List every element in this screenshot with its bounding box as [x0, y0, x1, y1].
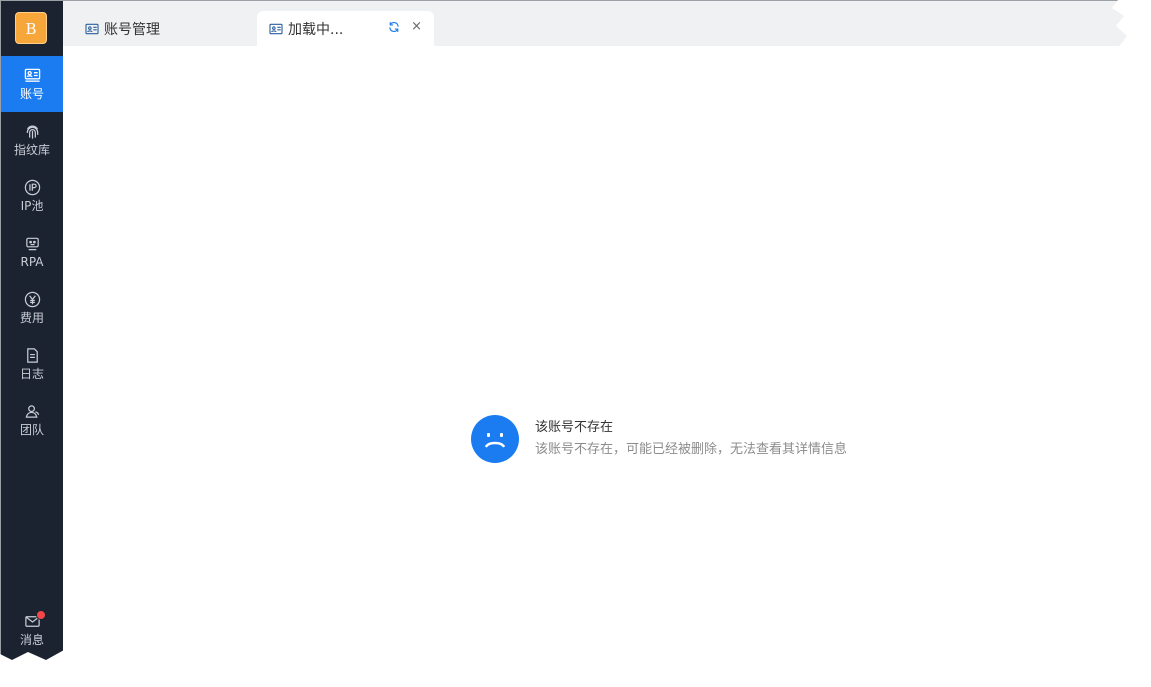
empty-state-text: 该账号不存在 该账号不存在，可能已经被删除，无法查看其详情信息	[535, 418, 847, 460]
tab-bar: 账号管理 加载中... ×	[63, 1, 1129, 46]
sidebar-item-messages[interactable]: 消息	[1, 602, 63, 658]
fingerprint-icon	[26, 125, 38, 139]
tab-account-management[interactable]: 账号管理	[73, 11, 253, 46]
sidebar-item-label: 费用	[19, 311, 44, 325]
sidebar-item-account[interactable]: 账号	[1, 56, 63, 112]
sidebar-item-ip-pool[interactable]: IP池	[1, 168, 63, 224]
empty-state-title: 该账号不存在	[535, 420, 614, 435]
document-icon	[26, 348, 38, 363]
sidebar: B 账号 指纹库 IP池 RPA 费用 日志 团队 消息	[1, 1, 63, 664]
tab-label: 账号管理	[104, 21, 160, 38]
empty-state: 该账号不存在 该账号不存在，可能已经被删除，无法查看其详情信息	[471, 415, 847, 463]
tab-loading[interactable]: 加载中... ×	[257, 11, 434, 46]
id-card-icon	[269, 23, 283, 34]
sidebar-item-label: IP池	[20, 199, 44, 213]
sidebar-item-billing[interactable]: 费用	[1, 280, 63, 336]
sidebar-item-rpa[interactable]: RPA	[1, 224, 63, 280]
sidebar-item-fingerprint[interactable]: 指纹库	[1, 112, 63, 168]
sidebar-item-label: 账号	[19, 87, 44, 101]
sidebar-item-label: 指纹库	[13, 143, 50, 157]
notification-badge	[36, 610, 46, 620]
tab-label: 加载中...	[288, 21, 344, 38]
empty-state-description: 该账号不存在，可能已经被删除，无法查看其详情信息	[535, 442, 848, 457]
refresh-icon[interactable]	[387, 21, 401, 33]
yuan-icon	[24, 291, 40, 308]
close-icon[interactable]: ×	[411, 19, 422, 35]
id-card-icon	[85, 23, 99, 34]
app-window: B 账号 指纹库 IP池 RPA 费用 日志 团队 消息 账号管理 加载中...…	[0, 0, 1130, 665]
sidebar-item-label: RPA	[20, 255, 44, 269]
app-logo[interactable]: B	[15, 12, 47, 44]
sidebar-item-label: 消息	[19, 633, 44, 647]
sidebar-item-log[interactable]: 日志	[1, 336, 63, 392]
sidebar-item-label: 团队	[19, 423, 44, 437]
id-card-icon	[24, 68, 40, 82]
sad-face-icon	[471, 415, 519, 463]
sidebar-item-label: 日志	[19, 367, 44, 381]
robot-icon	[25, 237, 39, 251]
sidebar-item-team[interactable]: 团队	[1, 392, 63, 448]
team-icon	[25, 405, 39, 418]
main-content: 该账号不存在 该账号不存在，可能已经被删除，无法查看其详情信息	[63, 46, 1129, 664]
ip-icon	[24, 179, 40, 196]
